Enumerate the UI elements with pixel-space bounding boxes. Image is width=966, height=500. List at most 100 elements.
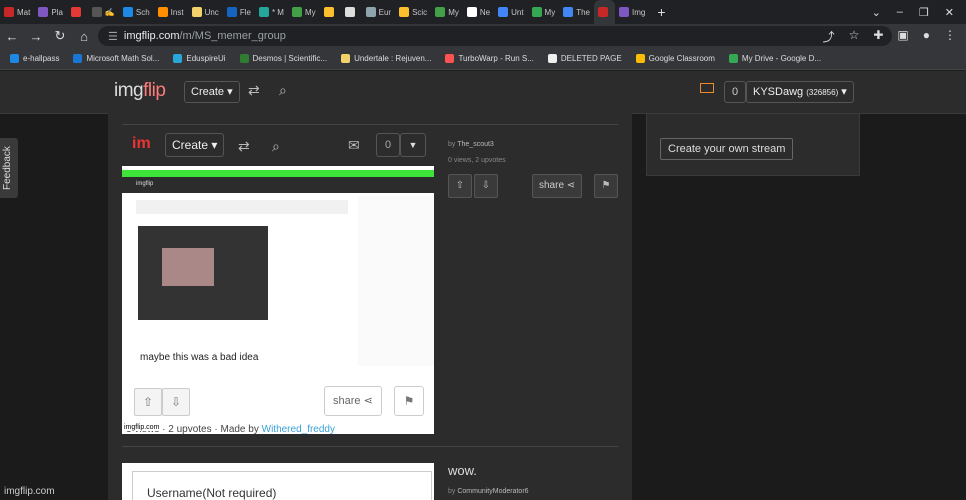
tab-label: Sch [135, 7, 150, 17]
tab-favicon-icon [258, 7, 269, 17]
logo-img: img [114, 80, 144, 101]
bookmark-item[interactable]: e-hallpass [10, 54, 59, 63]
browser-tab[interactable]: Img [615, 2, 649, 22]
tab-favicon-icon [466, 7, 477, 17]
bookmark-item[interactable]: Microsoft Math Sol... [73, 54, 159, 63]
meme-nav: imgflip [122, 177, 434, 193]
extensions-icon[interactable]: ✚ [873, 28, 883, 45]
forward-icon[interactable]: → [24, 29, 48, 44]
flag-button[interactable]: ⚑ [594, 174, 618, 198]
post-author[interactable]: The_scout3 [457, 141, 494, 148]
browser-tab[interactable]: * M [255, 2, 288, 22]
feedback-tab[interactable]: Feedback [0, 138, 18, 198]
restore-icon[interactable]: ❐ [919, 6, 929, 19]
bookmark-star-icon[interactable]: ☆ [849, 28, 860, 45]
browser-tab[interactable]: Pla [34, 2, 67, 22]
minimize-icon[interactable]: – [897, 6, 903, 19]
divider [122, 446, 618, 447]
tab-favicon-icon [323, 7, 334, 17]
browser-tab[interactable] [320, 2, 341, 22]
post-count: 0 [376, 133, 400, 157]
meme-inner-photo [162, 248, 214, 286]
browser-tab[interactable]: Unt [494, 2, 527, 22]
bookmark-item[interactable]: EduspireUi [173, 54, 226, 63]
bookmark-item[interactable]: TurboWarp - Run S... [445, 54, 534, 63]
back-icon[interactable]: ← [0, 29, 24, 44]
share-page-icon[interactable]: ⤴ [823, 28, 835, 45]
tab-label: Unc [204, 7, 219, 17]
next-post-image[interactable]: Username(Not required) [122, 463, 434, 500]
browser-tab[interactable]: My [288, 2, 320, 22]
tab-label: The [576, 7, 591, 17]
upvote-button[interactable]: ⇧ [448, 174, 472, 198]
tab-label: Ne [479, 7, 491, 17]
create-stream-button[interactable]: Create your own stream [660, 138, 794, 160]
window-controls: ⌄ – ❐ ✕ [872, 6, 966, 19]
user-menu[interactable]: KYSDawg (326856) ▾ [746, 81, 854, 103]
reload-icon[interactable]: ↻ [48, 28, 72, 44]
meme-share-label: share [333, 395, 361, 407]
post-mail-icon: ✉ [348, 137, 360, 153]
browser-tab[interactable]: Fle [223, 2, 255, 22]
meme-caption: maybe this was a bad idea [136, 351, 263, 364]
toolbar-icons: ⤴ ☆ ✚ ▣ ● ⋮ [823, 28, 956, 45]
post-create-button[interactable]: Create ▾ [165, 133, 225, 157]
bookmark-label: Google Classroom [648, 54, 715, 63]
browser-tab[interactable]: Unc [188, 2, 223, 22]
profile-icon[interactable]: ● [923, 28, 930, 45]
close-window-icon[interactable]: ✕ [945, 6, 954, 19]
meme-downvote-icon: ⇩ [162, 388, 190, 416]
tab-label: Eur [378, 7, 392, 17]
browser-tab[interactable]: My [431, 2, 463, 22]
browser-tab[interactable]: Scic [395, 2, 431, 22]
browser-tab[interactable]: ✍ [88, 2, 119, 22]
notifications-icon[interactable] [700, 83, 714, 93]
tab-strip: Mat Pla ✍ Sch Inst Unc Fle * M My Eur Scic My Ne Unt M… [0, 0, 966, 24]
site-info-icon[interactable]: ☰ [108, 30, 118, 43]
site-logo[interactable]: imgflip [114, 80, 166, 102]
home-icon[interactable]: ⌂ [72, 29, 96, 44]
browser-tab[interactable]: Eur [362, 2, 395, 22]
sidepanel-icon[interactable]: ▣ [897, 28, 908, 45]
share-label: share [539, 180, 565, 191]
bookmark-favicon-icon [173, 54, 183, 63]
tab-favicon-icon [344, 7, 355, 17]
bookmark-item[interactable]: Undertale : Rejuven... [341, 54, 431, 63]
next-post-title[interactable]: wow. [448, 463, 477, 478]
bookmark-item[interactable]: My Drive - Google D... [728, 54, 821, 63]
bookmark-item[interactable]: DELETED PAGE [547, 54, 622, 63]
search-icon[interactable]: ⌕ [279, 82, 287, 99]
next-post-author[interactable]: CommunityModerator6 [457, 488, 528, 495]
bookmark-item[interactable]: Google Classroom [635, 54, 715, 63]
menu-icon[interactable]: ⋮ [944, 28, 956, 45]
tab-favicon-icon [498, 7, 509, 17]
post-search-icon: ⌕ [272, 138, 280, 154]
tab-favicon-icon [531, 7, 542, 17]
new-tab-icon[interactable]: + [649, 4, 673, 20]
tab-label: My [304, 7, 316, 17]
downvote-button[interactable]: ⇩ [474, 174, 498, 198]
share-button[interactable]: share ⋖ [532, 174, 583, 198]
create-dropdown[interactable]: Create ▾ [184, 81, 240, 103]
meme-footer-user: Withered_freddy [261, 424, 335, 434]
browser-tab[interactable] [341, 2, 362, 22]
bookmark-item[interactable]: Desmos | Scientific... [239, 54, 327, 63]
browser-tab[interactable]: Ne [463, 2, 494, 22]
meme-image[interactable]: imgflip maybe this was a bad idea ⇧ ⇩ sh… [122, 166, 434, 434]
tab-label: Unt [511, 7, 524, 17]
notification-count[interactable]: 0 [724, 81, 746, 103]
username: KYSDawg [753, 86, 804, 98]
browser-tab[interactable]: Mat [0, 2, 34, 22]
browser-tab[interactable] [594, 0, 616, 24]
browser-tab[interactable] [67, 2, 88, 22]
shuffle-icon[interactable]: ⇄ [248, 82, 260, 99]
address-bar[interactable]: ☰ imgflip.com/m/MS_memer_group [98, 26, 892, 46]
tab-search-icon[interactable]: ⌄ [872, 6, 881, 19]
browser-tab[interactable]: Inst [154, 2, 188, 22]
browser-tab[interactable]: My [528, 2, 560, 22]
browser-tab[interactable]: The [559, 2, 594, 22]
bookmark-label: Undertale : Rejuven... [354, 54, 432, 63]
divider [122, 124, 618, 125]
browser-tab[interactable]: Sch [119, 2, 154, 22]
user-points: (326856) [806, 88, 839, 97]
